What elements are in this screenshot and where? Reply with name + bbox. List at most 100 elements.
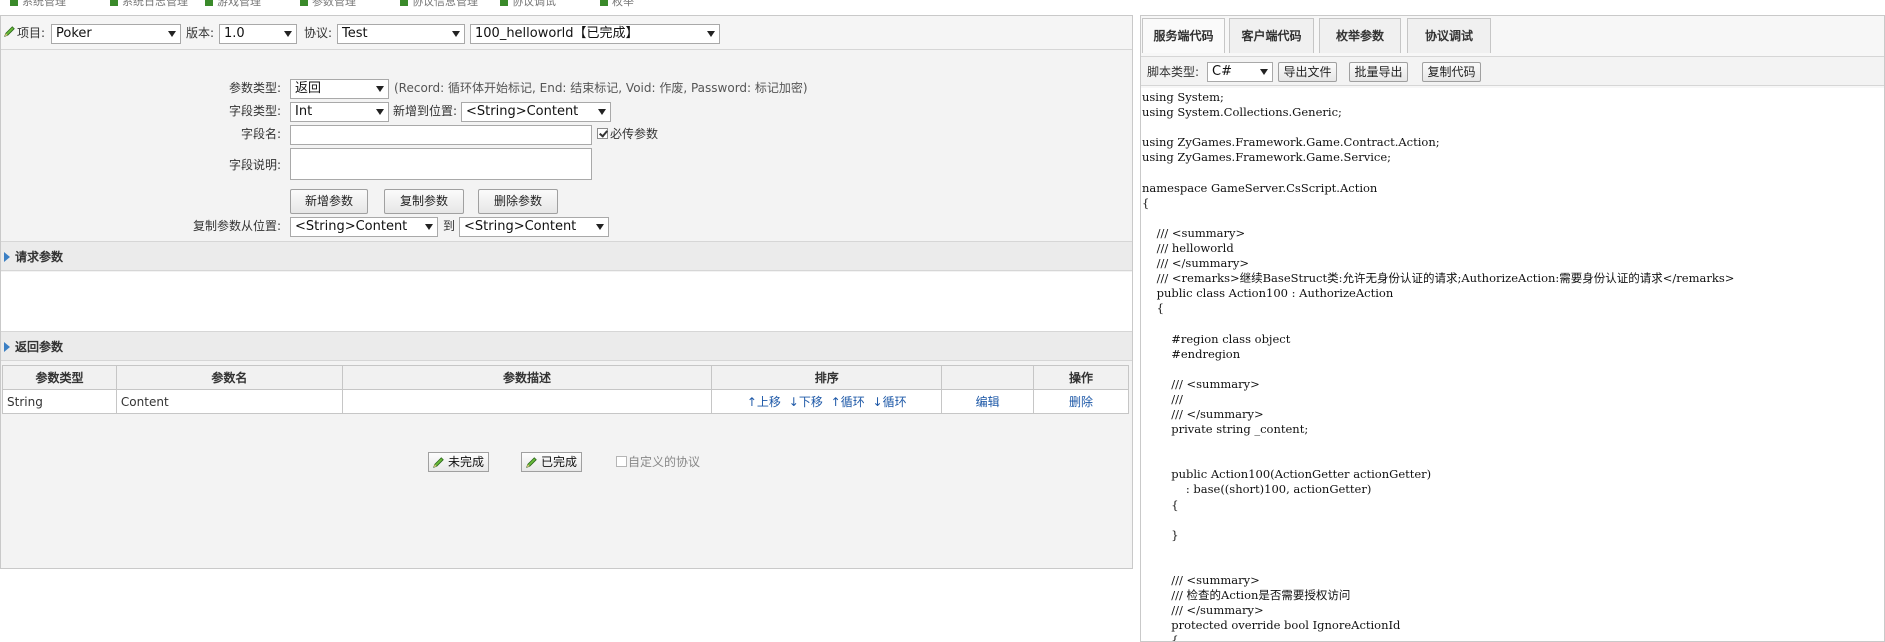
move-down-link[interactable]: ↓下移 (789, 395, 823, 409)
edit-link[interactable]: 编辑 (976, 395, 1000, 409)
field-name-input[interactable] (290, 125, 592, 145)
chevron-down-icon (376, 86, 384, 92)
code-toolbar: 脚本类型: C# 导出文件 批量导出 复制代码 (1141, 56, 1884, 86)
tab-server-code[interactable]: 服务端代码 (1142, 18, 1225, 53)
tab-protocol-debug[interactable]: 协议调试 (1407, 18, 1491, 53)
top-nav-item[interactable]: 系统管理 (10, 0, 66, 8)
custom-protocol-checkbox[interactable] (616, 456, 627, 467)
return-params-title: 返回参数 (15, 340, 64, 354)
script-type-select[interactable]: C# (1207, 62, 1273, 82)
cell-sort: ↑上移 ↓下移 ↑循环 ↓循环 (711, 389, 943, 414)
chevron-down-icon (425, 224, 433, 230)
copy-to-label: 到 (443, 219, 456, 233)
code-tabs: 服务端代码 客户端代码 枚举参数 协议调试 (1141, 16, 1884, 54)
version-select[interactable]: 1.0 (219, 24, 297, 44)
move-up-link[interactable]: ↑上移 (747, 395, 781, 409)
project-select[interactable]: Poker (51, 24, 181, 44)
top-nav-strip: 系统管理 系统日志管理 游戏管理 参数管理 协议信息管理 协议调试 枚举 (0, 0, 1885, 8)
request-params-title: 请求参数 (15, 250, 64, 264)
return-params-header[interactable]: 返回参数 (1, 331, 1132, 361)
tab-client-code[interactable]: 客户端代码 (1229, 18, 1314, 53)
protocol-label: 协议: (304, 26, 333, 40)
field-name-label: 字段名: (240, 127, 281, 141)
incomplete-label: 未完成 (448, 455, 485, 469)
top-nav-item[interactable]: 游戏管理 (205, 0, 261, 8)
field-type-label: 字段类型: (228, 104, 281, 118)
return-params-table: 参数类型 参数名 参数描述 排序 操作 String Content ↑上移 ↓… (2, 365, 1129, 414)
delete-param-button[interactable]: 删除参数 (478, 189, 558, 214)
export-file-button[interactable]: 导出文件 (1278, 62, 1337, 82)
required-checkbox[interactable] (597, 128, 608, 139)
col-header: 排序 (711, 365, 943, 390)
chevron-down-icon (598, 109, 606, 115)
required-label: 必传参数 (610, 127, 659, 141)
request-params-area (1, 272, 1132, 331)
expand-arrow-icon (4, 252, 10, 262)
request-params-header[interactable]: 请求参数 (1, 241, 1132, 271)
param-type-hint: (Record: 循环体开始标记, End: 结束标记, Void: 作废, P… (394, 81, 808, 95)
protocol-editor-panel: 项目: Poker 版本: 1.0 协议: Test 100_helloworl… (0, 15, 1133, 569)
top-nav-item[interactable]: 枚举 (600, 0, 634, 8)
param-type-select[interactable]: 返回 (290, 79, 389, 99)
action-select[interactable]: 100_helloworld【已完成】 (470, 24, 720, 44)
code-text: using System; using System.Collections.G… (1142, 90, 1735, 641)
field-desc-textarea[interactable] (290, 148, 592, 180)
table-header-row: 参数类型 参数名 参数描述 排序 操作 (2, 365, 1129, 390)
field-type-select[interactable]: Int (290, 102, 389, 122)
chevron-down-icon (1260, 69, 1268, 75)
script-type-label: 脚本类型: (1147, 65, 1200, 79)
cell-type: String (2, 389, 117, 414)
cell-name: Content (115, 389, 343, 414)
add-position-label: 新增到位置: (393, 104, 458, 118)
expand-arrow-icon (4, 342, 10, 352)
top-nav-item[interactable]: 系统日志管理 (110, 0, 188, 8)
chevron-down-icon (707, 31, 715, 37)
copy-param-button[interactable]: 复制参数 (384, 189, 464, 214)
col-header: 参数名 (115, 365, 343, 390)
mark-incomplete-button[interactable]: 未完成 (428, 452, 490, 472)
chevron-down-icon (284, 31, 292, 37)
field-desc-label: 字段说明: (228, 158, 281, 172)
col-header: 操作 (1033, 365, 1129, 390)
cell-delete: 删除 (1033, 389, 1129, 414)
top-nav-item[interactable]: 协议信息管理 (400, 0, 478, 8)
loop-down-link[interactable]: ↓循环 (873, 395, 907, 409)
custom-protocol-label: 自定义的协议 (628, 455, 701, 469)
col-header (941, 365, 1035, 390)
loop-up-link[interactable]: ↑循环 (831, 395, 865, 409)
param-type-label: 参数类型: (228, 81, 281, 95)
tab-enum-params[interactable]: 枚举参数 (1319, 18, 1401, 53)
copy-to-select[interactable]: <String>Content (459, 217, 609, 237)
cell-desc (341, 389, 713, 414)
delete-link[interactable]: 删除 (1069, 395, 1093, 409)
col-header: 参数类型 (2, 365, 117, 390)
mark-complete-button[interactable]: 已完成 (521, 452, 583, 472)
col-header: 参数描述 (341, 365, 713, 390)
pencil-icon (526, 457, 537, 468)
table-row: String Content ↑上移 ↓下移 ↑循环 ↓循环 编辑 删除 (2, 389, 1129, 414)
top-nav-item[interactable]: 协议调试 (500, 0, 556, 8)
cell-edit: 编辑 (941, 389, 1035, 414)
copy-from-label: 复制参数从位置: (192, 219, 281, 233)
status-area: 未完成 已完成 自定义的协议 (1, 422, 1132, 568)
param-form: 参数类型: 返回 (Record: 循环体开始标记, End: 结束标记, Vo… (1, 52, 1132, 238)
code-view[interactable]: using System; using System.Collections.G… (1141, 88, 1884, 641)
protocol-select[interactable]: Test (337, 24, 465, 44)
version-label: 版本: (186, 26, 215, 40)
code-panel: 服务端代码 客户端代码 枚举参数 协议调试 脚本类型: C# 导出文件 批量导出… (1140, 15, 1885, 642)
pencil-icon (433, 457, 444, 468)
complete-label: 已完成 (541, 455, 578, 469)
chevron-down-icon (452, 31, 460, 37)
protocol-toolbar: 项目: Poker 版本: 1.0 协议: Test 100_helloworl… (1, 16, 1132, 50)
add-param-button[interactable]: 新增参数 (290, 189, 368, 214)
copy-from-select[interactable]: <String>Content (290, 217, 438, 237)
top-nav-item[interactable]: 参数管理 (300, 0, 356, 8)
chevron-down-icon (168, 31, 176, 37)
pencil-icon (4, 26, 15, 37)
chevron-down-icon (596, 224, 604, 230)
batch-export-button[interactable]: 批量导出 (1349, 62, 1408, 82)
add-position-select[interactable]: <String>Content (461, 102, 611, 122)
project-label: 项目: (17, 26, 46, 40)
chevron-down-icon (376, 109, 384, 115)
copy-code-button[interactable]: 复制代码 (1422, 62, 1481, 82)
